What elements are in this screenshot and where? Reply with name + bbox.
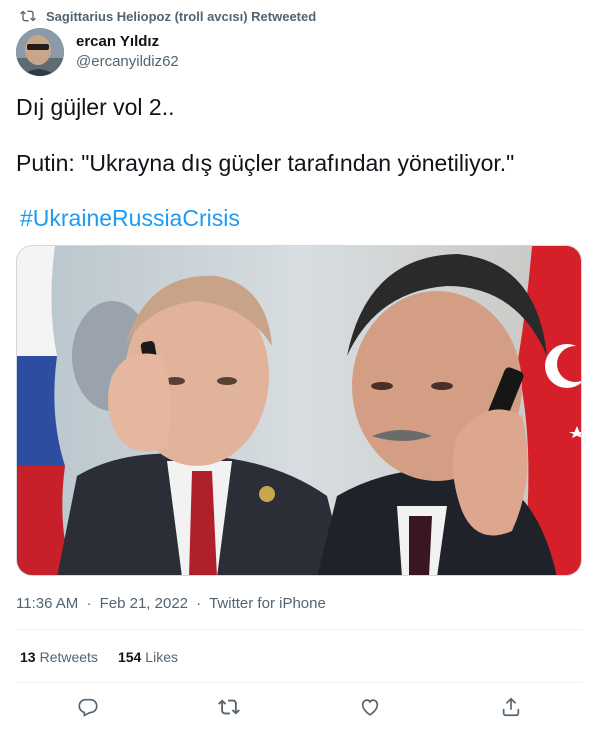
retweets-count: 13 [20, 649, 36, 665]
avatar[interactable] [16, 28, 64, 76]
tweet-stats: 13 Retweets 154 Likes [20, 647, 198, 667]
retweets-stat[interactable]: 13 Retweets [20, 647, 98, 667]
share-button[interactable] [500, 696, 524, 720]
tweet-metadata: 11:36 AM · Feb 21, 2022 · Twitter for iP… [16, 594, 326, 614]
retweeted-by-bar[interactable]: Sagittarius Heliopoz (troll avcısı) Retw… [20, 7, 316, 25]
tweet-line-1: Dıj güjler vol 2.. [16, 94, 175, 120]
tweet-image[interactable] [16, 245, 582, 576]
reply-icon [78, 698, 98, 717]
meta-separator: · [86, 595, 92, 612]
hashtag-link[interactable]: #UkraineRussiaCrisis [20, 204, 240, 232]
likes-label: Likes [145, 649, 178, 665]
likes-count: 154 [117, 649, 142, 665]
tweet-date[interactable]: Feb 21, 2022 [100, 595, 188, 612]
share-icon [502, 697, 520, 717]
tweet-text: Dıj güjler vol 2.. Putin: "Ukrayna dış g… [16, 93, 582, 177]
tweet-line-2: Putin: "Ukrayna dış güçler tarafından yö… [16, 150, 515, 176]
tweet-actions [16, 690, 582, 726]
tweet-source[interactable]: Twitter for iPhone [209, 595, 326, 612]
retweeted-by-text[interactable]: Sagittarius Heliopoz (troll avcısı) Retw… [46, 9, 316, 24]
divider [16, 682, 582, 683]
divider [16, 629, 582, 630]
heart-icon [361, 699, 379, 716]
tweet-author: ercan Yıldız @ercanyildiz62 [16, 28, 179, 76]
retweets-label: Retweets [39, 649, 98, 665]
like-button[interactable] [359, 696, 383, 720]
author-handle[interactable]: @ercanyildiz62 [76, 52, 179, 72]
avatar-image [16, 28, 64, 76]
reply-button[interactable] [77, 696, 101, 720]
retweet-icon [20, 10, 36, 22]
retweet-button[interactable] [218, 696, 242, 720]
author-display-name[interactable]: ercan Yıldız [76, 32, 179, 52]
photo-two-men-on-phones [17, 246, 581, 575]
likes-stat[interactable]: 154 Likes [118, 647, 178, 667]
retweet-icon [218, 699, 240, 715]
tweet-time[interactable]: 11:36 AM [16, 595, 78, 612]
meta-separator: · [196, 595, 202, 612]
